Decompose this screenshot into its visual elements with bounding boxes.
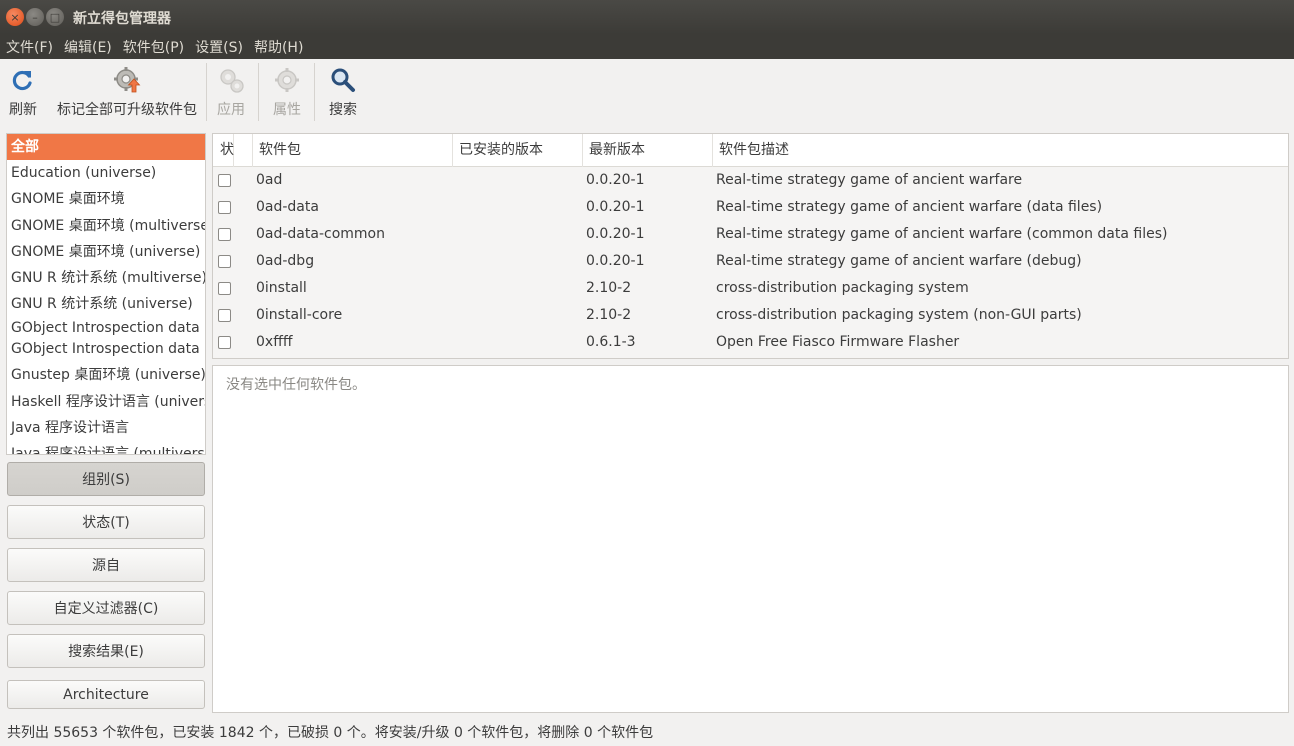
package-description: Real-time strategy game of ancient warfa… <box>716 172 1023 188</box>
column-latest-version[interactable]: 最新版本 <box>583 134 713 167</box>
group-item[interactable]: GNOME 桌面环境 <box>7 186 205 212</box>
properties-button[interactable]: 属性 <box>268 59 306 125</box>
package-description: Open Free Fiasco Firmware Flasher <box>716 334 960 350</box>
column-status[interactable]: 状 <box>213 134 234 167</box>
group-item[interactable]: Java 程序设计语言 <box>7 415 205 441</box>
apply-button[interactable]: 应用 <box>212 59 250 125</box>
status-checkbox[interactable] <box>218 174 231 187</box>
refresh-icon <box>11 65 35 95</box>
group-item[interactable]: GNU R 统计系统 (multiverse) <box>7 265 205 291</box>
no-selection-message: 没有选中任何软件包。 <box>226 377 366 393</box>
maximize-icon: □ <box>49 10 61 24</box>
mark-upgrades-label: 标记全部可升级软件包 <box>57 102 197 118</box>
table-row[interactable]: 0ad-data-common 0.0.20-1 Real-time strat… <box>213 221 1288 248</box>
properties-icon <box>274 65 300 95</box>
refresh-label: 刷新 <box>9 102 37 118</box>
package-name: 0ad-dbg <box>256 253 315 269</box>
package-description: cross-distribution packaging system <box>716 280 969 296</box>
status-filter-button[interactable]: 状态(T) <box>7 505 205 539</box>
toolbar: 刷新 标记全部可升级软件包 应用 属性 搜索 <box>0 59 1294 125</box>
latest-version: 2.10-2 <box>586 280 632 296</box>
maximize-button[interactable]: □ <box>46 8 64 26</box>
menu-settings[interactable]: 设置(S) <box>195 37 243 57</box>
menu-package[interactable]: 软件包(P) <box>123 37 184 57</box>
mark-upgrades-button[interactable]: 标记全部可升级软件包 <box>52 59 202 125</box>
latest-version: 0.0.20-1 <box>586 226 645 242</box>
status-checkbox[interactable] <box>218 336 231 349</box>
group-item[interactable]: GNOME 桌面环境 (multiverse) <box>7 213 205 239</box>
menu-bar: 文件(F) 编辑(E) 软件包(P) 设置(S) 帮助(H) <box>0 34 1294 59</box>
group-list[interactable]: 全部 Education (universe) GNOME 桌面环境 GNOME… <box>6 133 206 455</box>
status-bar: 共列出 55653 个软件包，已安装 1842 个，已破损 0 个。将安装/升级… <box>7 725 654 741</box>
table-row[interactable]: 0install 2.10-2 cross-distribution packa… <box>213 275 1288 302</box>
minimize-button[interactable]: – <box>26 8 44 26</box>
toolbar-separator <box>206 63 207 121</box>
package-description: Real-time strategy game of ancient warfa… <box>716 253 1082 269</box>
status-checkbox[interactable] <box>218 255 231 268</box>
toolbar-separator <box>258 63 259 121</box>
mark-upgrades-icon <box>113 65 141 95</box>
architecture-filter-button[interactable]: Architecture <box>7 680 205 709</box>
group-item[interactable]: Education (universe) <box>7 160 205 186</box>
minimize-icon: – <box>32 10 38 24</box>
status-checkbox[interactable] <box>218 201 231 214</box>
package-description: cross-distribution packaging system (non… <box>716 307 1082 323</box>
group-item[interactable]: GNU R 统计系统 (universe) <box>7 291 205 317</box>
package-table: 状 软件包 已安装的版本 最新版本 软件包描述 0ad 0.0.20-1 Rea… <box>212 133 1289 359</box>
status-checkbox[interactable] <box>218 309 231 322</box>
column-description[interactable]: 软件包描述 <box>713 134 1288 167</box>
title-bar: × – □ 新立得包管理器 <box>0 0 1294 34</box>
group-item[interactable]: GObject Introspection data ( <box>7 338 205 362</box>
close-icon: × <box>10 10 20 24</box>
properties-label: 属性 <box>273 102 301 118</box>
apply-label: 应用 <box>217 102 245 118</box>
group-item[interactable]: Java 程序设计语言 (multiverse) <box>7 441 205 454</box>
package-name: 0ad-data-common <box>256 226 385 242</box>
table-row[interactable]: 0ad 0.0.20-1 Real-time strategy game of … <box>213 167 1288 194</box>
column-installed-version[interactable]: 已安装的版本 <box>453 134 583 167</box>
package-name: 0ad <box>256 172 283 188</box>
search-button[interactable]: 搜索 <box>324 59 362 125</box>
custom-filter-button[interactable]: 自定义过滤器(C) <box>7 591 205 625</box>
group-item[interactable]: GNOME 桌面环境 (universe) <box>7 239 205 265</box>
status-checkbox[interactable] <box>218 282 231 295</box>
group-item[interactable]: Haskell 程序设计语言 (universe) <box>7 389 205 415</box>
latest-version: 0.0.20-1 <box>586 253 645 269</box>
origin-filter-button[interactable]: 源自 <box>7 548 205 582</box>
table-row[interactable]: 0ad-data 0.0.20-1 Real-time strategy gam… <box>213 194 1288 221</box>
menu-edit[interactable]: 编辑(E) <box>64 37 112 57</box>
close-button[interactable]: × <box>6 8 24 26</box>
package-details-pane: 没有选中任何软件包。 <box>212 365 1289 713</box>
package-name: 0install-core <box>256 307 343 323</box>
refresh-button[interactable]: 刷新 <box>4 59 42 125</box>
group-item[interactable]: GObject Introspection data <box>7 317 205 338</box>
latest-version: 0.0.20-1 <box>586 172 645 188</box>
window-title: 新立得包管理器 <box>73 11 171 27</box>
table-row[interactable]: 0xffff 0.6.1-3 Open Free Fiasco Firmware… <box>213 329 1288 356</box>
package-name: 0ad-data <box>256 199 319 215</box>
menu-help[interactable]: 帮助(H) <box>254 37 303 57</box>
menu-file[interactable]: 文件(F) <box>6 37 53 57</box>
column-spacer <box>234 134 253 167</box>
search-label: 搜索 <box>329 102 357 118</box>
package-description: Real-time strategy game of ancient warfa… <box>716 199 1103 215</box>
status-checkbox[interactable] <box>218 228 231 241</box>
group-item-all[interactable]: 全部 <box>7 134 205 161</box>
group-item[interactable]: Gnustep 桌面环境 (universe) <box>7 362 205 388</box>
table-row[interactable]: 0install-core 2.10-2 cross-distribution … <box>213 302 1288 329</box>
search-icon <box>330 65 356 95</box>
table-row[interactable]: 0ad-dbg 0.0.20-1 Real-time strategy game… <box>213 248 1288 275</box>
apply-icon <box>217 65 245 95</box>
column-package[interactable]: 软件包 <box>253 134 453 167</box>
latest-version: 2.10-2 <box>586 307 632 323</box>
search-results-filter-button[interactable]: 搜索结果(E) <box>7 634 205 668</box>
latest-version: 0.6.1-3 <box>586 334 636 350</box>
package-name: 0xffff <box>256 334 293 350</box>
sections-filter-button[interactable]: 组别(S) <box>7 462 205 496</box>
table-header: 状 软件包 已安装的版本 最新版本 软件包描述 <box>213 134 1288 167</box>
latest-version: 0.0.20-1 <box>586 199 645 215</box>
toolbar-separator <box>314 63 315 121</box>
package-name: 0install <box>256 280 307 296</box>
package-description: Real-time strategy game of ancient warfa… <box>716 226 1168 242</box>
